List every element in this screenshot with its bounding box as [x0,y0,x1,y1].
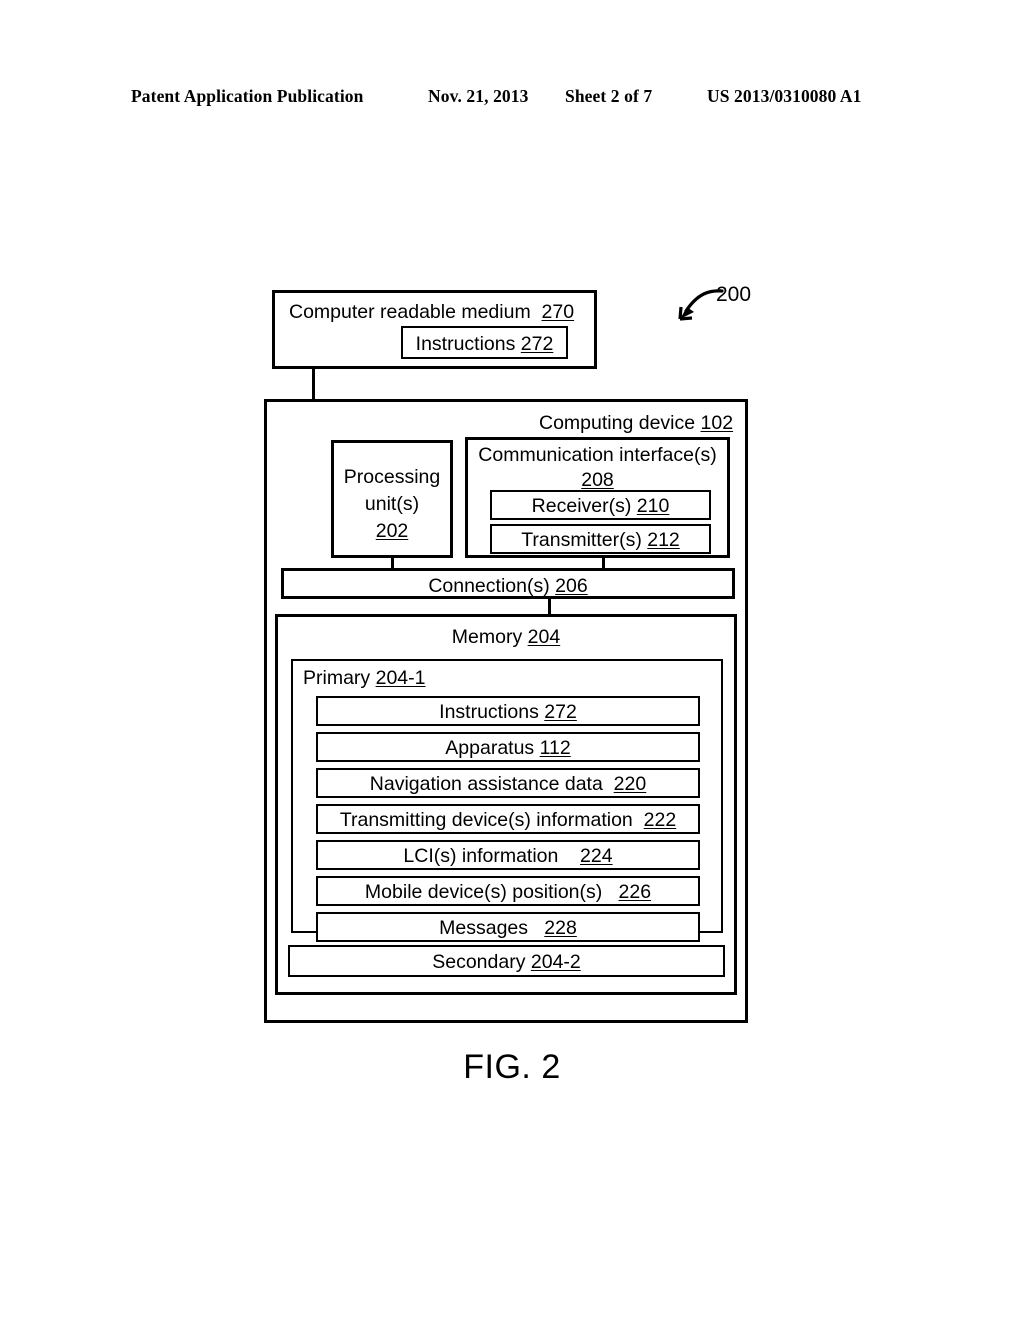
figure-caption: FIG. 2 [463,1048,561,1086]
transmitter-box: Transmitter(s) 212 [490,524,711,554]
crm-ref: 270 [541,301,575,323]
memory-item-label: Instructions 272 [439,701,577,723]
transmitter-title: Transmitter(s) 212 [521,529,680,551]
memory-item-row: Mobile device(s) position(s) 226 [316,876,700,906]
page-header: Patent Application Publication Nov. 21, … [0,86,1024,116]
computer-readable-medium-box: Computer readable medium 270 Instruction… [272,290,597,369]
header-patent-number: US 2013/0310080 A1 [707,86,862,106]
memory-secondary-ref: 204-2 [530,951,581,973]
memory-item-row: Apparatus 112 [316,732,700,762]
crm-instructions-box: Instructions 272 [401,326,568,359]
computing-device-ref: 102 [700,412,734,434]
connections-ref: 206 [555,575,588,597]
crm-title: Computer readable medium 270 [289,301,575,323]
processing-unit-box: Processing unit(s) 202 [331,440,453,558]
receiver-title: Receiver(s) 210 [531,495,670,517]
memory-title: Memory 204 [451,626,561,648]
memory-item-ref: 222 [643,809,677,831]
figure-callout-label: 200 [716,283,752,306]
memory-secondary-box: Secondary 204-2 [288,945,725,977]
memory-item-ref: 226 [618,881,652,903]
memory-primary-title: Primary 204-1 [303,667,426,689]
comm-interface-title: Communication interface(s) [478,444,717,466]
header-date: Nov. 21, 2013 [428,86,529,106]
memory-item-ref: 224 [580,845,613,867]
header-sheet: Sheet 2 of 7 [565,86,653,106]
memory-item-ref: 112 [539,737,571,759]
memory-item-label: Navigation assistance data 220 [369,773,647,795]
memory-item-label: LCI(s) information 224 [403,845,613,867]
transmitter-ref: 212 [647,529,680,551]
communication-interface-box: Communication interface(s) 208 Receiver(… [465,437,730,558]
crm-instructions-title: Instructions 272 [415,333,554,355]
memory-item-ref: 272 [544,701,577,723]
crm-instructions-ref: 272 [520,333,554,355]
memory-item-label: Apparatus 112 [445,737,571,759]
processing-unit-line1: Processing [343,466,441,488]
header-publication: Patent Application Publication [131,86,364,106]
memory-item-row: Messages 228 [316,912,700,942]
processing-unit-ref: 202 [375,520,409,542]
memory-item-row: LCI(s) information 224 [316,840,700,870]
memory-item-row: Instructions 272 [316,696,700,726]
memory-item-label: Messages 228 [439,917,577,939]
memory-box: Memory 204 Primary 204-1 Instructions 27… [275,614,737,995]
connections-title: Connection(s) 206 [428,575,588,597]
comm-interface-ref: 208 [581,469,614,491]
memory-item-label: Transmitting device(s) information 222 [339,809,677,831]
memory-item-ref: 228 [544,917,577,939]
computing-device-title: Computing device 102 [539,412,734,434]
connections-box: Connection(s) 206 [281,568,735,599]
memory-item-row: Navigation assistance data 220 [316,768,700,798]
memory-item-row: Transmitting device(s) information 222 [316,804,700,834]
memory-primary-box: Primary 204-1 Instructions 272 Apparatus… [291,659,723,942]
memory-ref: 204 [527,626,561,648]
memory-primary-ref: 204-1 [375,667,426,689]
receiver-box: Receiver(s) 210 [490,490,711,520]
memory-secondary-title: Secondary 204-2 [432,951,581,973]
memory-item-label: Mobile device(s) position(s) 226 [364,881,652,903]
memory-item-ref: 220 [613,773,647,795]
processing-unit-line2: unit(s) [364,493,420,515]
receiver-ref: 210 [636,495,670,517]
